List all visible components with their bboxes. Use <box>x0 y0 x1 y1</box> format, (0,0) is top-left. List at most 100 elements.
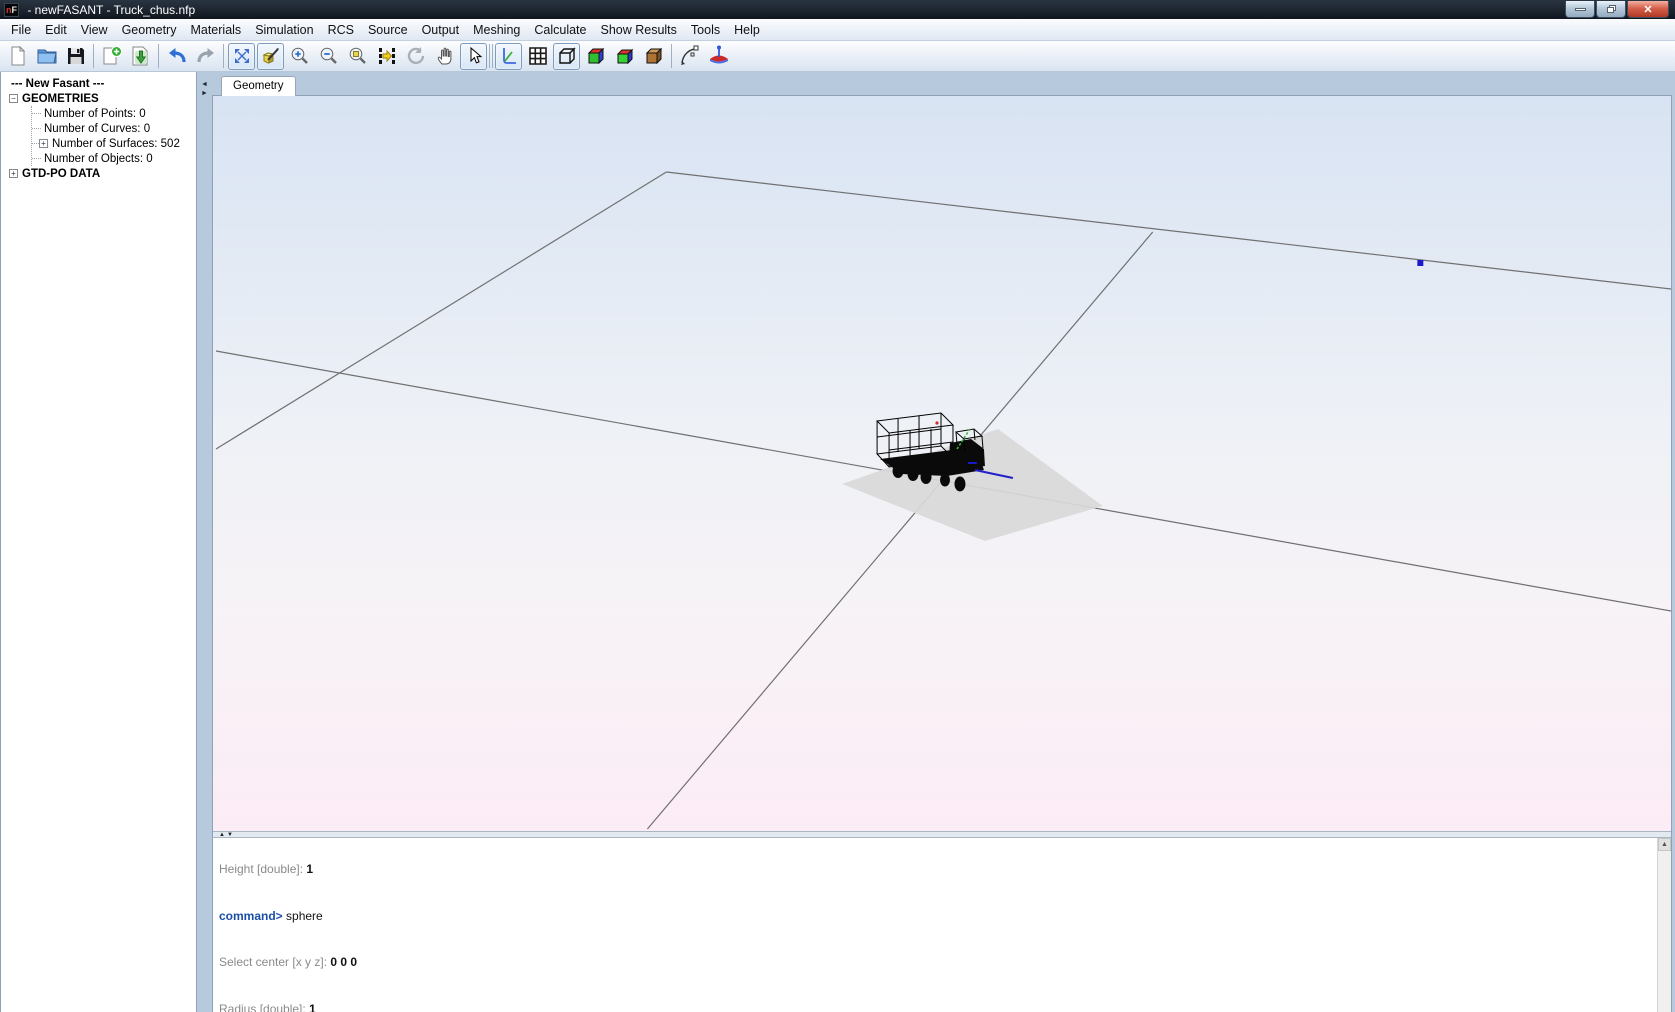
solid-cube-icon <box>614 45 636 67</box>
menu-materials[interactable]: Materials <box>183 20 248 40</box>
menu-file[interactable]: File <box>4 20 38 40</box>
splitter-up-arrow-icon[interactable]: ▲ <box>219 832 227 838</box>
swap-view-button[interactable] <box>373 43 400 70</box>
antenna-tool-button[interactable] <box>705 43 732 70</box>
fit-view-icon <box>231 45 253 67</box>
solid-mode-button[interactable] <box>611 43 638 70</box>
redo-icon <box>195 45 217 67</box>
rotate-view-button[interactable] <box>402 43 429 70</box>
menu-rcs[interactable]: RCS <box>321 20 361 40</box>
red-marker <box>935 421 938 424</box>
new-file-button[interactable] <box>4 43 31 70</box>
title-bar: nF - newFASANT - Truck_chus.nfp ✕ <box>0 0 1675 19</box>
console-splitter[interactable]: ▲▼ <box>213 831 1671 838</box>
shaded-mode-button[interactable] <box>582 43 609 70</box>
minimize-button[interactable] <box>1565 1 1595 18</box>
grid-toggle-button[interactable] <box>524 43 551 70</box>
axes-toggle-button[interactable] <box>495 43 522 70</box>
menu-calculate[interactable]: Calculate <box>527 20 593 40</box>
window-title: - newFASANT - Truck_chus.nfp <box>24 3 195 17</box>
expand-icon[interactable]: + <box>39 139 48 148</box>
menu-edit[interactable]: Edit <box>38 20 74 40</box>
zoom-out-button[interactable] <box>315 43 342 70</box>
console-scrollbar[interactable]: ▲ ▼ <box>1657 838 1671 1012</box>
toolbar-separator <box>671 44 672 68</box>
save-icon <box>65 45 87 67</box>
menu-geometry[interactable]: Geometry <box>115 20 184 40</box>
expand-icon[interactable]: + <box>9 169 18 178</box>
tree-item-points[interactable]: Number of Points: 0 <box>44 108 146 120</box>
menu-simulation[interactable]: Simulation <box>248 20 320 40</box>
close-button[interactable]: ✕ <box>1627 1 1669 18</box>
toolbar-separator <box>223 44 224 68</box>
select-pointer-button[interactable] <box>460 43 487 70</box>
axes-icon <box>498 45 520 67</box>
splitter-right-arrow-icon[interactable]: ► <box>201 89 208 98</box>
close-icon: ✕ <box>1643 3 1652 16</box>
menu-help[interactable]: Help <box>727 20 767 40</box>
arc-icon <box>678 44 702 68</box>
swap-view-icon <box>376 45 398 67</box>
undo-icon <box>166 45 188 67</box>
pan-view-button[interactable] <box>431 43 458 70</box>
tree-item-surfaces[interactable]: Number of Surfaces: 502 <box>52 138 180 150</box>
menu-tools[interactable]: Tools <box>684 20 727 40</box>
zoom-window-button[interactable] <box>344 43 371 70</box>
zoom-window-icon <box>347 45 369 67</box>
redo-button[interactable] <box>192 43 219 70</box>
tree-root[interactable]: --- New Fasant --- <box>9 76 196 91</box>
minimize-icon <box>1575 8 1586 11</box>
menu-show-results[interactable]: Show Results <box>593 20 683 40</box>
wireframe-cube-icon <box>556 45 578 67</box>
restore-button[interactable] <box>1596 1 1626 18</box>
scene-canvas <box>213 96 1671 831</box>
menu-source[interactable]: Source <box>361 20 415 40</box>
grid-line <box>216 172 666 449</box>
tab-geometry[interactable]: Geometry <box>221 76 296 96</box>
tree-item-objects[interactable]: Number of Objects: 0 <box>44 153 153 165</box>
rotate-view-icon <box>405 45 427 67</box>
geometry-tree-panel: --- New Fasant --- − GEOMETRIES Number o… <box>0 72 197 1012</box>
panel-splitter[interactable]: ◄ ► <box>197 72 212 1012</box>
toolbar-separator <box>489 44 490 68</box>
menu-view[interactable]: View <box>74 20 115 40</box>
new-geometry-button[interactable] <box>98 43 125 70</box>
zoom-in-icon <box>289 45 311 67</box>
collapse-icon[interactable]: − <box>9 94 18 103</box>
app-window: nF - newFASANT - Truck_chus.nfp ✕ File E… <box>0 0 1675 1012</box>
arc-tool-button[interactable] <box>676 43 703 70</box>
tree-item-gtd-po-data[interactable]: GTD-PO DATA <box>22 168 100 180</box>
restore-icon <box>1607 5 1616 13</box>
tree-item-curves[interactable]: Number of Curves: 0 <box>44 123 150 135</box>
open-file-button[interactable] <box>33 43 60 70</box>
rgb-cube-icon <box>585 45 607 67</box>
page-add-icon <box>101 45 123 67</box>
command-console[interactable]: Height [double]: 1 command> sphere Selec… <box>213 838 1671 1012</box>
scroll-up-icon[interactable]: ▲ <box>1658 838 1671 851</box>
undo-button[interactable] <box>163 43 190 70</box>
toolbar <box>0 41 1675 72</box>
tree-item-geometries[interactable]: GEOMETRIES <box>22 93 99 105</box>
viewport-3d[interactable] <box>213 96 1671 831</box>
save-button[interactable] <box>62 43 89 70</box>
menu-output[interactable]: Output <box>415 20 467 40</box>
toolbar-separator <box>492 44 493 68</box>
app-icon: nF <box>4 3 19 17</box>
textured-mode-button[interactable] <box>640 43 667 70</box>
zoom-in-button[interactable] <box>286 43 313 70</box>
fit-view-button[interactable] <box>228 43 255 70</box>
console-output[interactable]: Height [double]: 1 command> sphere Selec… <box>213 838 1657 1012</box>
new-file-icon <box>7 45 29 67</box>
import-geometry-button[interactable] <box>127 43 154 70</box>
menu-meshing[interactable]: Meshing <box>466 20 527 40</box>
wireframe-mode-button[interactable] <box>553 43 580 70</box>
splitter-left-arrow-icon[interactable]: ◄ <box>201 80 208 89</box>
pan-hand-icon <box>434 45 456 67</box>
splitter-down-arrow-icon[interactable]: ▼ <box>227 832 235 838</box>
brown-cube-icon <box>643 45 665 67</box>
draw-face-button[interactable] <box>257 43 284 70</box>
toolbar-separator <box>158 44 159 68</box>
antenna-icon <box>707 44 731 68</box>
grid-point[interactable] <box>1417 260 1423 266</box>
tab-bar: Geometry <box>212 72 1672 95</box>
